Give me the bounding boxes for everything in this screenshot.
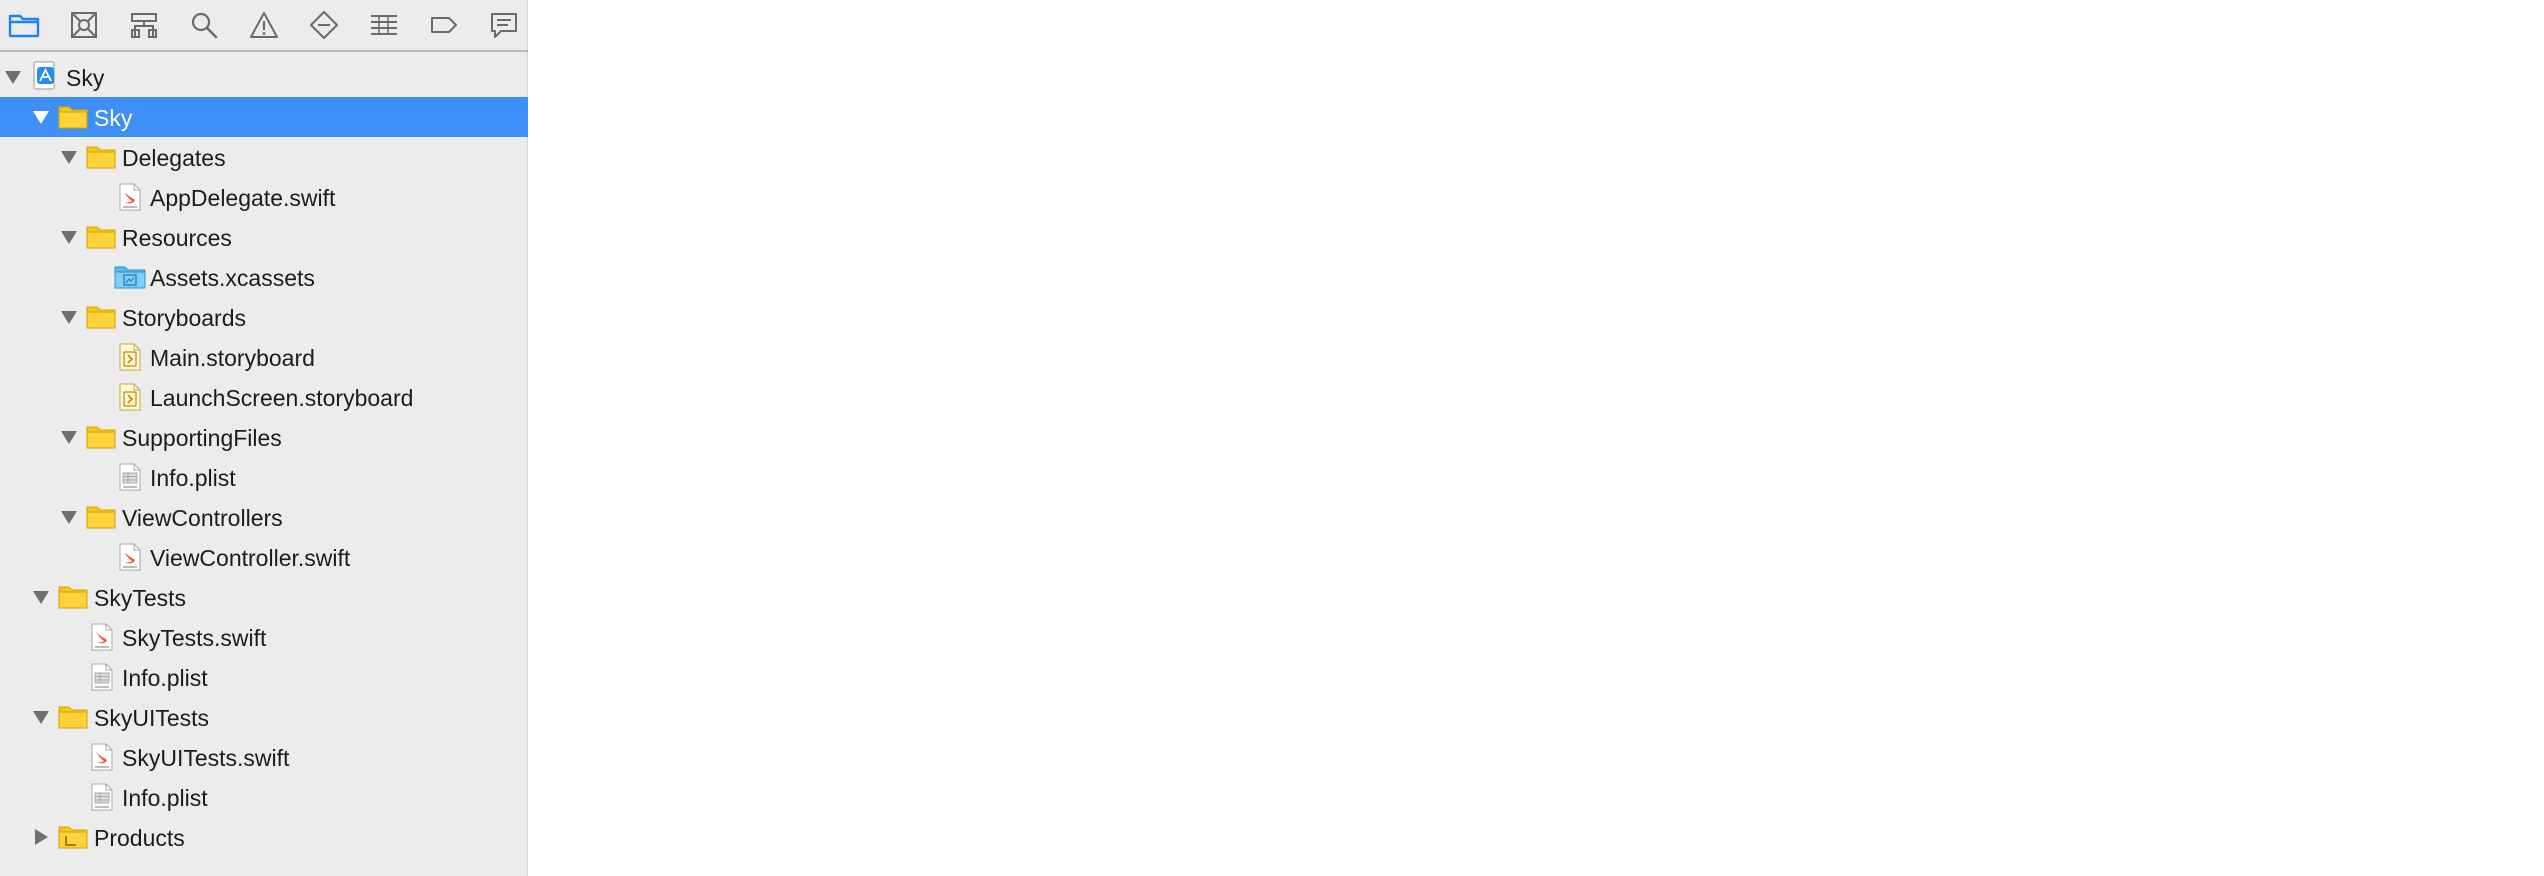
project-navigator-button[interactable] — [6, 7, 42, 43]
tree-file-row[interactable]: SkyUITests.swift — [0, 737, 528, 777]
list-icon — [371, 15, 397, 35]
disclosure-triangle-expanded-icon[interactable] — [32, 709, 50, 725]
disclosure-triangle-expanded-icon[interactable] — [4, 69, 22, 85]
breakpoint-icon — [431, 17, 457, 33]
hierarchy-icon — [131, 13, 157, 38]
disclosure-triangle-expanded-icon[interactable] — [60, 149, 78, 165]
tree-item-label: Sky — [94, 105, 133, 131]
source-control-navigator-button[interactable] — [66, 7, 102, 43]
tree-group-row[interactable]: Delegates — [0, 137, 528, 177]
tree-file-row[interactable]: SkyTests.swift — [0, 617, 528, 657]
symbol-navigator-button[interactable] — [126, 7, 162, 43]
search-icon — [191, 12, 218, 39]
tree-group-row[interactable]: ViewControllers — [0, 497, 528, 537]
editor-area — [528, 0, 2544, 876]
tree-item-label: SkyUITests — [94, 705, 210, 731]
disclosure-triangle-collapsed-icon[interactable] — [32, 829, 50, 845]
tree-file-row[interactable]: AppDelegate.swift — [0, 177, 528, 217]
warning-icon — [250, 12, 278, 38]
asset-catalog-icon — [114, 264, 146, 290]
folder-icon — [86, 144, 116, 170]
disclosure-triangle-expanded-icon[interactable] — [60, 509, 78, 525]
tree-file-row[interactable]: Info.plist — [0, 777, 528, 817]
swift-file-icon — [90, 743, 120, 771]
find-navigator-button[interactable] — [186, 7, 222, 43]
tree-item-label: Delegates — [122, 145, 226, 171]
tree-group-row[interactable]: SkyTests — [0, 577, 528, 617]
folder-icon — [86, 504, 116, 530]
tree-item-label: SkyUITests.swift — [122, 745, 290, 771]
debug-navigator-button[interactable] — [366, 7, 402, 43]
folder-icon — [58, 584, 88, 610]
tree-group-row[interactable]: SkyUITests — [0, 697, 528, 737]
tree-file-row[interactable]: Main.storyboard — [0, 337, 528, 377]
tree-item-label: SkyTests.swift — [122, 625, 267, 651]
project-file-tree: Sky Sky Delegates AppDelegate.swift Resource… — [0, 57, 528, 857]
folder-icon — [86, 424, 116, 450]
disclosure-triangle-expanded-icon[interactable] — [32, 109, 50, 125]
navigator-toolbar — [0, 0, 528, 52]
tree-item-label: ViewController.swift — [150, 545, 351, 571]
plist-file-icon — [118, 463, 148, 491]
tree-item-label: SkyTests — [94, 585, 187, 611]
test-navigator-button[interactable] — [306, 7, 342, 43]
disclosure-triangle-expanded-icon[interactable] — [60, 429, 78, 445]
disclosure-triangle-expanded-icon[interactable] — [60, 229, 78, 245]
plist-file-icon — [90, 663, 120, 691]
products-folder-icon — [58, 824, 88, 850]
folder-icon — [8, 14, 40, 38]
tree-file-row[interactable]: Assets.xcassets — [0, 257, 528, 297]
tree-group-row[interactable]: SupportingFiles — [0, 417, 528, 457]
tree-group-row[interactable]: Resources — [0, 217, 528, 257]
tree-group-row[interactable]: Sky — [0, 97, 528, 137]
tree-item-label: ViewControllers — [122, 505, 283, 531]
tree-item-label: Assets.xcassets — [150, 265, 315, 291]
tree-item-label: Sky — [66, 65, 105, 91]
plist-file-icon — [90, 783, 120, 811]
tree-item-label: Storyboards — [122, 305, 247, 331]
tree-file-row[interactable]: ViewController.swift — [0, 537, 528, 577]
tree-file-row[interactable]: Info.plist — [0, 457, 528, 497]
diamond-icon — [310, 11, 338, 39]
project-navigator-panel: Sky Sky Delegates AppDelegate.swift Resource… — [0, 0, 528, 876]
swift-file-icon — [90, 623, 120, 651]
tree-item-label: LaunchScreen.storyboard — [150, 385, 414, 411]
tree-file-row[interactable]: LaunchScreen.storyboard — [0, 377, 528, 417]
disclosure-triangle-expanded-icon[interactable] — [60, 309, 78, 325]
tree-item-label: Products — [94, 825, 185, 851]
folder-icon — [86, 304, 116, 330]
disclosure-triangle-expanded-icon[interactable] — [32, 589, 50, 605]
swift-file-icon — [118, 183, 148, 211]
tree-item-label: SupportingFiles — [122, 425, 282, 451]
tree-item-label: Info.plist — [122, 785, 208, 811]
issue-navigator-button[interactable] — [246, 7, 282, 43]
xcode-project-icon — [30, 61, 60, 90]
storyboard-file-icon — [118, 343, 148, 371]
storyboard-file-icon — [118, 383, 148, 411]
tree-item-label: Info.plist — [122, 665, 208, 691]
speech-bubble-icon — [491, 13, 517, 38]
tree-group-row[interactable]: Sky — [0, 57, 528, 97]
tree-group-row[interactable]: Products — [0, 817, 528, 857]
tree-item-label: Info.plist — [150, 465, 236, 491]
tree-item-label: Resources — [122, 225, 232, 251]
folder-icon — [86, 224, 116, 250]
folder-icon — [58, 104, 88, 130]
report-navigator-button[interactable] — [486, 7, 522, 43]
tree-file-row[interactable]: Info.plist — [0, 657, 528, 697]
tree-item-label: AppDelegate.swift — [150, 185, 336, 211]
folder-icon — [58, 704, 88, 730]
swift-file-icon — [118, 543, 148, 571]
tree-group-row[interactable]: Storyboards — [0, 297, 528, 337]
source-control-icon — [71, 12, 97, 38]
tree-item-label: Main.storyboard — [150, 345, 315, 371]
breakpoint-navigator-button[interactable] — [426, 7, 462, 43]
